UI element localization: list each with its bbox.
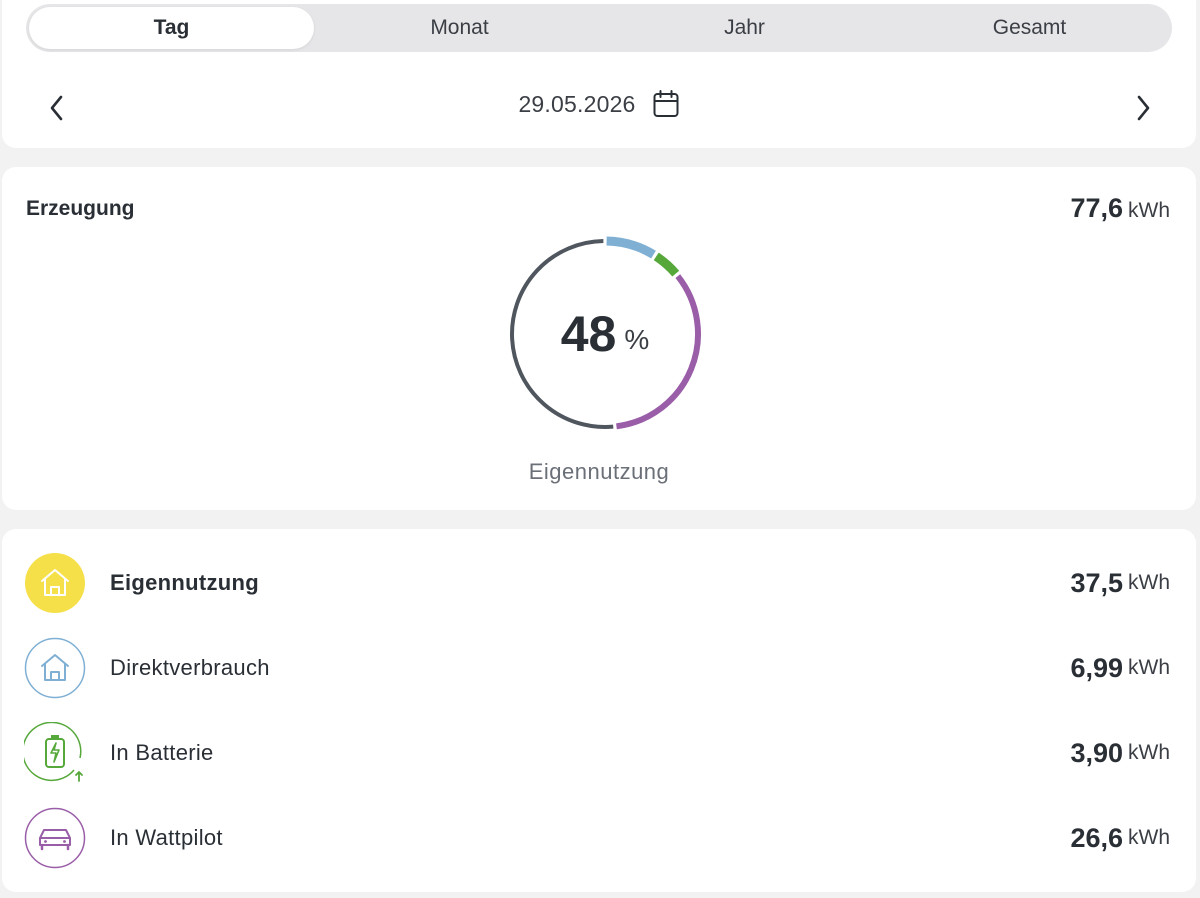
generation-total-unit: kWh [1128, 199, 1170, 222]
list-item-value: 6,99 [1070, 652, 1123, 683]
date-display: 29.05.2026 [2, 89, 1196, 119]
generation-total-value: 77,6 [1070, 193, 1123, 223]
list-item-amount: 3,90 kWh [1070, 718, 1170, 788]
breakdown-card: Eigennutzung 37,5 kWh Direktverbrauch 6,9… [2, 529, 1196, 892]
list-item-amount: 26,6 kWh [1070, 803, 1170, 873]
period-segmented-control: Tag Monat Jahr Gesamt [26, 4, 1172, 52]
list-item-label: In Batterie [110, 740, 214, 765]
list-item-unit: kWh [1128, 656, 1170, 679]
house-icon [25, 553, 85, 613]
list-item-in-wattpilot[interactable]: In Wattpilot 26,6 kWh [2, 803, 1196, 873]
list-item-amount: 6,99 kWh [1070, 633, 1170, 703]
list-item-unit: kWh [1128, 826, 1170, 849]
list-item-amount: 37,5 kWh [1070, 548, 1170, 618]
list-item-label: Direktverbrauch [110, 655, 270, 680]
list-item-value: 26,6 [1070, 822, 1123, 853]
tab-monat[interactable]: Monat [317, 4, 602, 52]
percent-unit: % [624, 324, 650, 355]
date-label: 29.05.2026 [518, 90, 636, 117]
generation-title: Erzeugung [26, 197, 135, 220]
list-item-value: 37,5 [1070, 567, 1123, 598]
list-item-label: Eigennutzung [110, 570, 260, 595]
period-card: Tag Monat Jahr Gesamt 29.05.2026 [2, 0, 1196, 148]
list-item-unit: kWh [1128, 571, 1170, 594]
house-outline-icon [24, 637, 86, 699]
tab-tag[interactable]: Tag [29, 7, 314, 49]
tab-jahr[interactable]: Jahr [602, 4, 887, 52]
list-item-direktverbrauch[interactable]: Direktverbrauch 6,99 kWh [2, 633, 1196, 703]
list-item-eigennutzung[interactable]: Eigennutzung 37,5 kWh [2, 548, 1196, 618]
next-day-button[interactable] [1128, 90, 1158, 126]
generation-total: 77,6 kWh [1070, 193, 1170, 224]
battery-charging-icon [24, 722, 83, 782]
chevron-right-icon [1137, 95, 1150, 121]
list-item-in-batterie[interactable]: In Batterie 3,90 kWh [2, 718, 1196, 788]
calendar-icon[interactable] [652, 89, 680, 119]
car-icon [24, 807, 86, 869]
list-item-label: In Wattpilot [110, 825, 223, 850]
donut-label: Eigennutzung [528, 459, 670, 484]
self-use-percent: 48 [560, 306, 617, 362]
donut-center: 48% [500, 229, 710, 439]
list-item-unit: kWh [1128, 741, 1170, 764]
generation-card: Erzeugung 77,6 kWh 48% Eigennutzung [2, 167, 1196, 510]
list-item-value: 3,90 [1070, 737, 1123, 768]
tab-gesamt[interactable]: Gesamt [887, 4, 1172, 52]
